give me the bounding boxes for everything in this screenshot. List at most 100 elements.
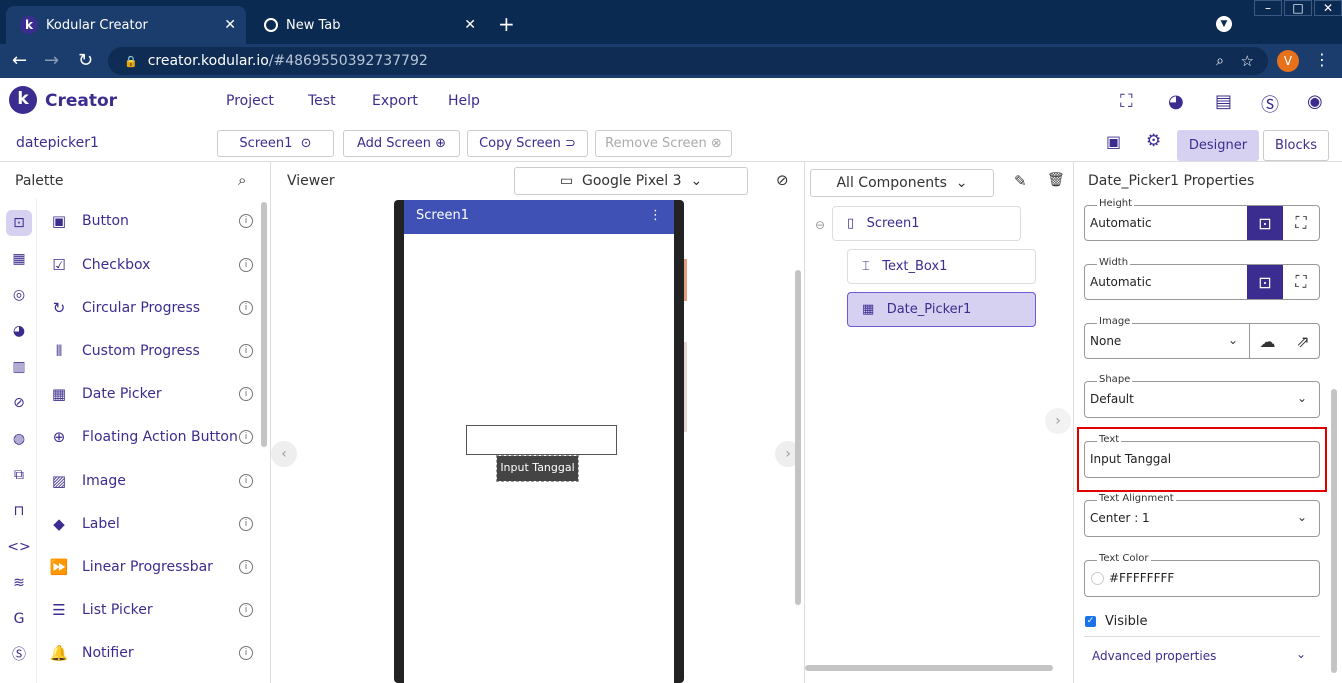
hide-icon[interactable]: ⊘ <box>776 171 789 189</box>
palette-item-custom-progress[interactable]: ⦀ Custom Progress i <box>48 336 253 366</box>
palette-item-list-picker[interactable]: ☰ List Picker i <box>48 595 253 625</box>
tree-item-screen1[interactable]: ▯ Screen1 <box>832 206 1021 241</box>
menu-export[interactable]: Export <box>372 93 418 109</box>
info-icon[interactable]: i <box>239 474 253 488</box>
menu-project[interactable]: Project <box>226 93 274 109</box>
tab-kodular-creator[interactable]: k Kodular Creator ✕ <box>6 6 246 44</box>
info-icon[interactable]: i <box>239 214 253 228</box>
remove-screen-button[interactable]: Remove Screen ⊗ <box>595 130 732 157</box>
category-maps-icon[interactable]: ▥ <box>6 354 32 380</box>
edit-icon[interactable]: ✎ <box>1014 172 1027 190</box>
fill-parent-icon[interactable]: ⛶ <box>1283 206 1319 240</box>
window-close-icon[interactable]: ✕ <box>1314 0 1342 16</box>
info-icon[interactable]: i <box>239 560 253 574</box>
tree-item-date-picker1[interactable]: ▦ Date_Picker1 <box>847 292 1036 327</box>
palette-item-label[interactable]: ◆ Label i <box>48 509 253 539</box>
text-box1-preview[interactable] <box>466 425 617 455</box>
store-icon[interactable]: ⛶ <box>1120 91 1133 112</box>
automatic-icon[interactable]: ⊡ <box>1247 265 1283 299</box>
category-connectivity-icon[interactable]: ≋ <box>6 570 32 596</box>
star-icon[interactable]: ☆ <box>1241 52 1254 70</box>
copy-screen-button[interactable]: Copy Screen ⊃ <box>467 130 588 157</box>
palette-scrollbar[interactable] <box>261 202 267 447</box>
properties-scrollbar[interactable] <box>1331 389 1337 673</box>
chevron-left-icon[interactable]: ‹ <box>271 441 297 467</box>
account-icon[interactable]: ◉ <box>1307 91 1323 112</box>
text-alignment-field[interactable]: Text Alignment Center : 1 ⌄ <box>1084 493 1320 537</box>
profile-avatar[interactable]: V <box>1277 50 1299 72</box>
upload-icon[interactable]: ☁ <box>1249 324 1285 358</box>
forward-arrow-icon[interactable]: → <box>44 50 59 71</box>
image-field[interactable]: Image None ⌄ ☁ ⇗ <box>1084 316 1321 359</box>
palette-item-image[interactable]: ▨ Image i <box>48 466 253 496</box>
text-color-field[interactable]: Text Color #FFFFFFFF <box>1084 553 1320 597</box>
info-icon[interactable]: i <box>239 430 253 444</box>
kebab-menu-icon[interactable]: ⋮ <box>1314 50 1330 69</box>
palette-icon[interactable]: ◕ <box>1168 91 1184 112</box>
designer-tab[interactable]: Designer <box>1177 130 1259 161</box>
category-social-icon[interactable]: ◍ <box>6 426 32 452</box>
layers-icon[interactable]: ▣ <box>1106 132 1121 151</box>
gear-icon[interactable]: ⚙ <box>1146 131 1161 151</box>
search-icon[interactable]: ⌕ <box>238 171 246 189</box>
automatic-icon[interactable]: ⊡ <box>1247 206 1283 240</box>
category-user-interface-icon[interactable]: ⊡ <box>6 210 32 236</box>
info-icon[interactable]: i <box>239 344 253 358</box>
info-icon[interactable]: i <box>239 387 253 401</box>
checkbox-checked-icon[interactable]: ✓ <box>1085 616 1096 627</box>
tab-search-icon[interactable]: ▼ <box>1216 16 1232 32</box>
palette-item-button[interactable]: ▣ Button i <box>48 206 253 236</box>
zoom-icon[interactable]: ⌕ <box>1216 53 1224 69</box>
advanced-properties-toggle[interactable]: Advanced properties ⌄ <box>1084 636 1320 672</box>
minimize-icon[interactable]: – <box>1254 0 1282 16</box>
info-icon[interactable]: i <box>239 258 253 272</box>
close-icon[interactable]: ✕ <box>224 17 236 33</box>
category-layout-icon[interactable]: ▦ <box>6 246 32 272</box>
palette-item-notifier[interactable]: 🔔 Notifier i <box>48 638 253 668</box>
maximize-icon[interactable]: □ <box>1284 0 1312 16</box>
dollar-icon[interactable]: Ⓢ <box>1261 91 1279 117</box>
shape-field[interactable]: Shape Default ⌄ <box>1084 374 1320 418</box>
new-tab-plus-icon[interactable]: + <box>498 12 515 36</box>
tab-new-tab[interactable]: New Tab ✕ <box>250 6 486 44</box>
component-filter-select[interactable]: All Components ⌄ <box>810 169 994 197</box>
category-google-icon[interactable]: G <box>6 606 32 632</box>
info-icon[interactable]: i <box>239 603 253 617</box>
trash-icon[interactable]: 🗑 <box>1047 172 1065 188</box>
screen-select[interactable]: Screen1 ⊙ <box>217 130 334 157</box>
palette-item-date-picker[interactable]: ▦ Date Picker i <box>48 379 253 409</box>
color-swatch[interactable] <box>1091 572 1104 585</box>
components-hscrollbar[interactable] <box>805 665 1053 671</box>
date-picker1-preview[interactable]: Input Tanggal <box>496 455 579 482</box>
palette-item-circular-progress[interactable]: ↻ Circular Progress i <box>48 293 253 323</box>
category-utilities-icon[interactable]: ⊓ <box>6 498 32 524</box>
palette-item-linear-progressbar[interactable]: ⏩ Linear Progressbar i <box>48 552 253 582</box>
viewer-scrollbar[interactable] <box>795 270 801 605</box>
palette-item-floating-action-button[interactable]: ⊕ Floating Action Button i <box>48 422 253 452</box>
docs-icon[interactable]: ▤ <box>1215 91 1232 112</box>
tree-item-text-box1[interactable]: ⌶ Text_Box1 <box>847 249 1036 284</box>
back-arrow-icon[interactable]: ← <box>12 50 27 71</box>
category-code-icon[interactable]: <> <box>6 534 32 560</box>
category-media-icon[interactable]: ◎ <box>6 282 32 308</box>
category-drawing-icon[interactable]: ◕ <box>6 318 32 344</box>
menu-test[interactable]: Test <box>308 93 336 109</box>
category-storage-icon[interactable]: ⧉ <box>6 462 32 488</box>
add-screen-button[interactable]: Add Screen ⊕ <box>343 130 460 157</box>
close-icon[interactable]: ✕ <box>464 17 476 33</box>
menu-help[interactable]: Help <box>448 93 480 109</box>
open-external-icon[interactable]: ⇗ <box>1285 324 1321 358</box>
fill-parent-icon[interactable]: ⛶ <box>1283 265 1319 299</box>
blocks-tab[interactable]: Blocks <box>1263 130 1329 161</box>
palette-item-checkbox[interactable]: ☑ Checkbox i <box>48 250 253 280</box>
category-monetization-icon[interactable]: Ⓢ <box>6 642 32 668</box>
url-field[interactable]: 🔒 creator.kodular.io/#4869550392737792 ⌕… <box>108 47 1268 75</box>
device-select[interactable]: ▭ Google Pixel 3 ⌄ <box>514 167 748 195</box>
width-field[interactable]: Width Automatic ⊡ ⛶ <box>1084 257 1320 300</box>
visible-checkbox-row[interactable]: ✓ Visible <box>1085 614 1147 629</box>
height-field[interactable]: Height Automatic ⊡ ⛶ <box>1084 198 1320 241</box>
reload-icon[interactable]: ↻ <box>78 50 93 71</box>
info-icon[interactable]: i <box>239 301 253 315</box>
collapse-icon[interactable]: ⊖ <box>815 218 825 232</box>
category-sensors-icon[interactable]: ⊘ <box>6 390 32 416</box>
